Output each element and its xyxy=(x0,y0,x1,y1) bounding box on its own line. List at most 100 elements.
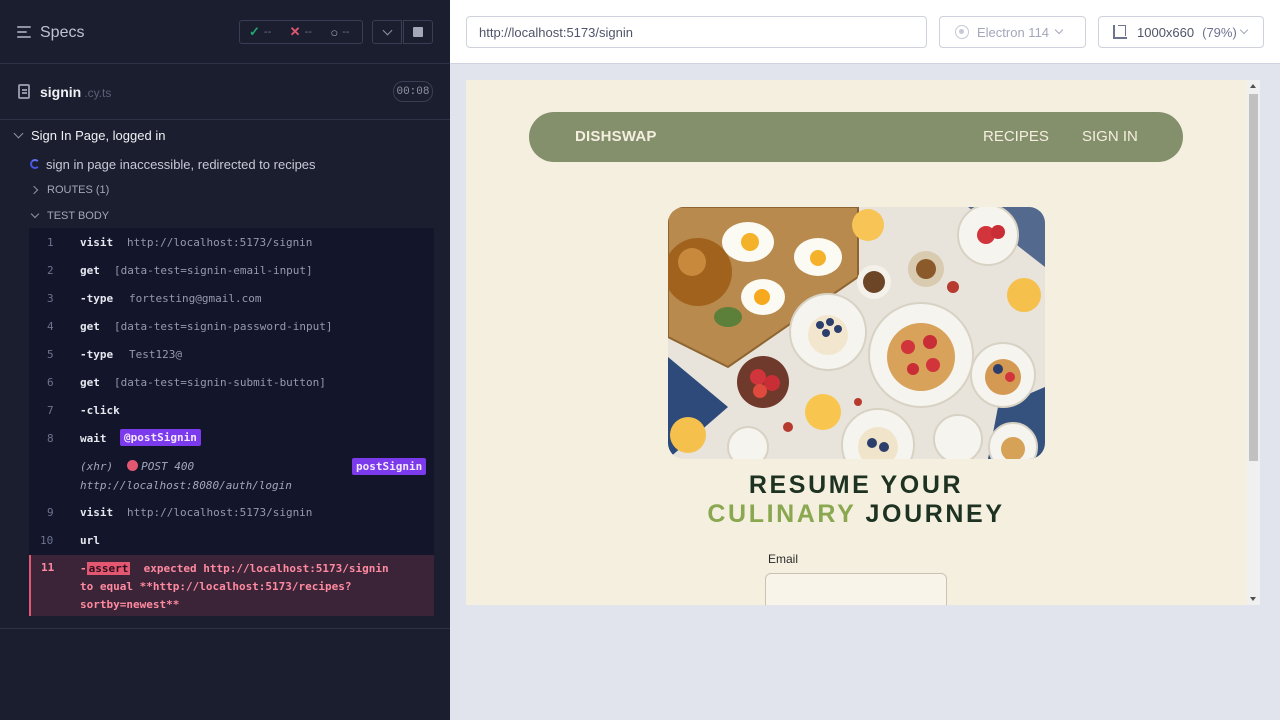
assert-tag: assert xyxy=(86,562,131,575)
test-title: sign in page inaccessible, redirected to… xyxy=(46,156,316,172)
command-number: 3 xyxy=(47,292,54,305)
command-name: url xyxy=(80,534,100,547)
command-number: 5 xyxy=(47,348,54,361)
runner-header: Specs ✓ -- ✕ -- ○ -- xyxy=(0,0,450,64)
specs-list-icon[interactable] xyxy=(17,26,31,38)
command-name: -type xyxy=(80,292,114,305)
command-name: get xyxy=(80,320,100,333)
site-logo[interactable]: DISHSWAP xyxy=(575,128,657,145)
viewport-size: 1000x660 xyxy=(1137,24,1195,40)
test-stats: ✓ -- ✕ -- ○ -- xyxy=(239,20,363,44)
command-number: 10 xyxy=(40,534,54,547)
spec-file-header: signin .cy.ts xyxy=(0,64,450,120)
xhr-url: http://localhost:8080/auth/login xyxy=(80,479,292,492)
stop-icon xyxy=(413,27,423,37)
pending-count: -- xyxy=(342,26,350,38)
chevron-down-icon xyxy=(13,128,24,138)
x-icon: ✕ xyxy=(289,24,301,39)
nav-link-signin[interactable]: SIGN IN xyxy=(1082,128,1138,145)
spec-file-name[interactable]: signin .cy.ts xyxy=(40,84,111,100)
zoom-level: (79%) xyxy=(1202,24,1237,40)
command-message: [data-test=signin-password-input] xyxy=(114,320,333,333)
command-name: get xyxy=(80,376,100,389)
assertion-message: - assert expected http://localhost:5173/s… xyxy=(80,560,425,614)
xhr-status: POST 400 xyxy=(141,460,195,473)
assert-dash: - xyxy=(80,562,87,575)
command-message: http://localhost:5173/signin xyxy=(127,506,313,519)
divider xyxy=(0,628,450,629)
command-name: get xyxy=(80,264,100,277)
suite-title: Sign In Page, logged in xyxy=(31,127,166,143)
xhr-detail: (xhr) POST 400 xyxy=(80,460,194,473)
url-bar[interactable]: http://localhost:5173/signin xyxy=(466,16,927,48)
browser-selector[interactable]: Electron 114 xyxy=(939,16,1086,48)
suite-row[interactable]: Sign In Page, logged in xyxy=(0,124,450,146)
command-name: visit xyxy=(80,236,114,249)
command-number: 2 xyxy=(47,264,54,277)
chevron-down-icon xyxy=(1054,25,1064,35)
hero-food-image xyxy=(668,207,1045,459)
headline-rest: JOURNEY xyxy=(865,500,1005,528)
pending-stat: ○ -- xyxy=(321,25,362,40)
browser-name: Electron 114 xyxy=(977,24,1050,40)
site-navbar: DISHSWAP RECIPES SIGN IN xyxy=(529,112,1183,162)
command-name: -type xyxy=(80,348,114,361)
wait-alias-badge[interactable]: @postSignin xyxy=(120,429,201,446)
stop-button[interactable] xyxy=(403,20,433,44)
electron-icon xyxy=(955,25,969,39)
command-message: fortesting@gmail.com xyxy=(129,292,262,305)
command-number: 4 xyxy=(47,320,54,333)
scroll-down-icon[interactable] xyxy=(1250,597,1256,601)
test-row[interactable]: sign in page inaccessible, redirected to… xyxy=(0,153,450,175)
chevron-down-icon xyxy=(382,25,392,35)
vertical-scrollbar[interactable] xyxy=(1247,80,1260,605)
app-preview-panel: http://localhost:5173/signin Electron 11… xyxy=(450,0,1280,720)
scroll-thumb[interactable] xyxy=(1249,94,1258,461)
spec-file-extension: .cy.ts xyxy=(84,86,112,100)
spec-file-basename: signin xyxy=(40,84,82,100)
failed-assertion-row[interactable]: 11 - assert expected http://localhost:517… xyxy=(29,555,434,616)
test-body-section[interactable]: TEST BODY xyxy=(0,206,109,226)
scroll-up-icon[interactable] xyxy=(1250,84,1256,88)
email-field[interactable] xyxy=(765,573,947,605)
assert-line-2: to equal **http://localhost:5173/recipes… xyxy=(80,580,352,593)
failed-stat: ✕ -- xyxy=(281,24,322,40)
command-list: 1 visit http://localhost:5173/signin 2 g… xyxy=(29,228,434,616)
headline-accent: CULINARY xyxy=(707,500,856,528)
headline-line-2: CULINARY JOURNEY xyxy=(466,500,1246,529)
command-number: 8 xyxy=(47,432,54,445)
email-label: Email xyxy=(768,552,799,566)
preview-toolbar: http://localhost:5173/signin Electron 11… xyxy=(450,0,1280,64)
xhr-type: (xhr) xyxy=(80,460,114,473)
routes-label: ROUTES (1) xyxy=(47,184,110,196)
nav-link-recipes[interactable]: RECIPES xyxy=(983,128,1049,145)
assert-line-1: expected http://localhost:5173/signin xyxy=(143,562,389,575)
status-dot-icon xyxy=(127,460,139,471)
command-name: visit xyxy=(80,506,114,519)
command-number: 1 xyxy=(47,236,54,249)
command-log-panel: Specs ✓ -- ✕ -- ○ -- signin .cy.ts 00:08 Sig… xyxy=(0,0,450,720)
specs-label[interactable]: Specs xyxy=(40,24,84,42)
chevron-right-icon xyxy=(29,185,39,195)
command-number: 6 xyxy=(47,376,54,389)
spec-duration: 00:08 xyxy=(393,81,433,102)
running-spinner-icon xyxy=(30,159,40,169)
collapse-button[interactable] xyxy=(372,20,402,44)
passed-count: -- xyxy=(263,26,272,38)
xhr-alias-badge[interactable]: postSignin xyxy=(352,458,427,475)
viewport-selector[interactable]: 1000x660 (79%) xyxy=(1098,16,1264,48)
routes-section[interactable]: ROUTES (1) xyxy=(0,180,109,200)
command-message: http://localhost:5173/signin xyxy=(127,236,313,249)
failed-count: -- xyxy=(304,26,312,38)
test-body-label: TEST BODY xyxy=(47,210,110,222)
command-message: [data-test=signin-submit-button] xyxy=(114,376,326,389)
command-name: -click xyxy=(80,404,120,417)
chevron-down-icon xyxy=(1239,25,1249,35)
chevron-down-icon xyxy=(30,209,40,219)
check-icon: ✓ xyxy=(249,24,260,39)
command-number: 9 xyxy=(47,506,54,519)
headline-line-1: RESUME YOUR xyxy=(748,471,964,499)
app-under-test-frame: DISHSWAP RECIPES SIGN IN RESUME YOUR CUL… xyxy=(466,80,1260,605)
passed-stat: ✓ -- xyxy=(240,24,281,40)
document-icon xyxy=(18,84,30,99)
